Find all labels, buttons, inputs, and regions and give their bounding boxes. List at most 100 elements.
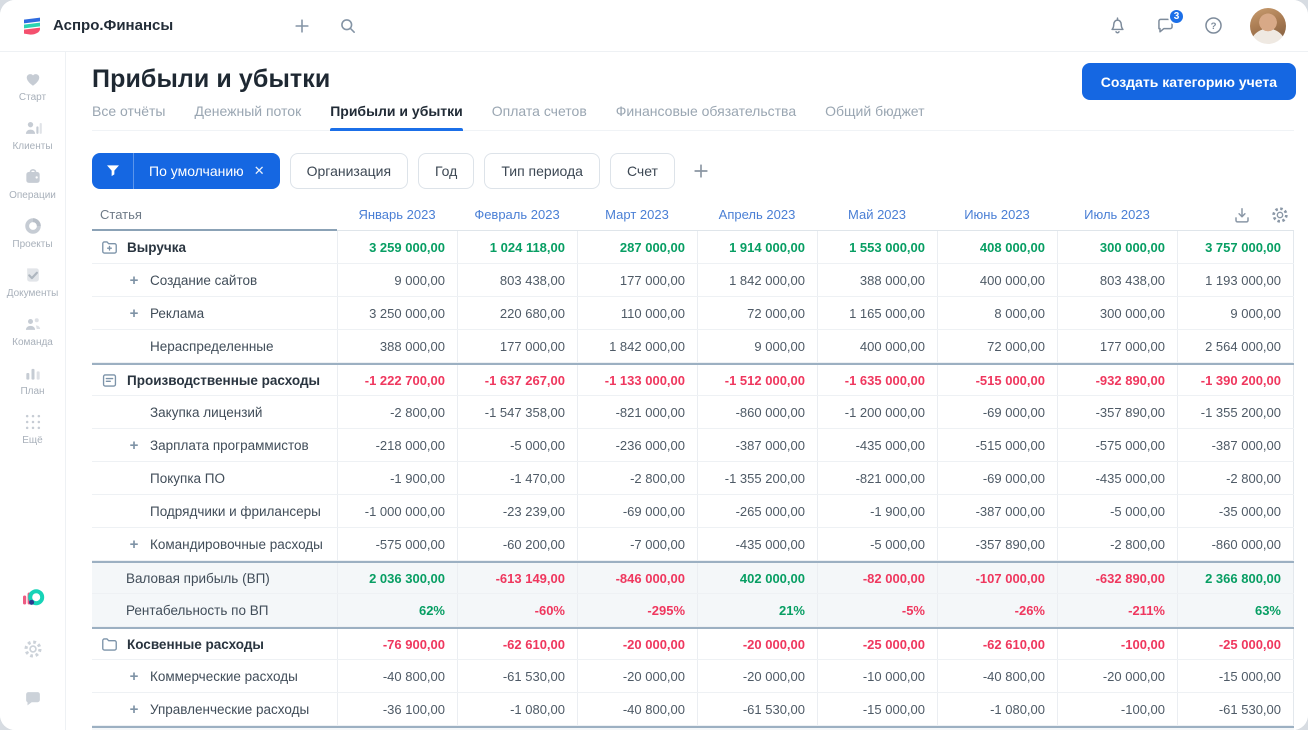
value-cell: 72 000,00 xyxy=(697,297,817,329)
sidebar-item-team[interactable]: Команда xyxy=(7,307,59,356)
product-logo-icon[interactable] xyxy=(20,586,46,612)
sidebar-item-label: Документы xyxy=(6,288,59,299)
value-cell: -10 000,00 xyxy=(817,660,937,692)
value-cell: -1 900,00 xyxy=(337,462,457,494)
help-icon[interactable]: ? xyxy=(1202,15,1224,37)
value-cell: -1 000 000,00 xyxy=(337,495,457,527)
add-filter-icon[interactable] xyxy=(691,161,711,181)
bell-icon[interactable] xyxy=(1106,15,1128,37)
value-cell: -357 890,00 xyxy=(937,528,1057,560)
filter-chip[interactable]: Счет xyxy=(609,153,675,189)
expand-plus-icon[interactable]: + xyxy=(126,702,142,717)
table-row: + Управленческие расходы -36 100,00 -1 080… xyxy=(92,693,1294,726)
sidebar-item-label: Клиенты xyxy=(12,141,53,152)
sidebar: Старт Клиенты Операции Проекты Документы… xyxy=(0,52,66,730)
tab-денежный-поток[interactable]: Денежный поток xyxy=(194,103,301,130)
value-cell: -2 800,00 xyxy=(1177,462,1294,494)
report-tabs: Все отчёты Денежный поток Прибыли и убытки… xyxy=(92,103,1294,131)
tab-финансовые-обязательства[interactable]: Финансовые обязательства xyxy=(616,103,796,130)
settings-gear-icon[interactable] xyxy=(20,636,46,662)
check-icon xyxy=(23,265,43,285)
tab-прибыли-и-убытки[interactable]: Прибыли и убытки xyxy=(330,103,463,131)
filter-preset[interactable]: По умолчанию ✕ xyxy=(92,153,280,189)
value-cell: -25 000,00 xyxy=(1177,629,1294,659)
tab-оплата-счетов[interactable]: Оплата счетов xyxy=(492,103,587,130)
value-cell: 287 000,00 xyxy=(577,231,697,263)
value-cell: 1 842 000,00 xyxy=(577,330,697,362)
app-logo[interactable]: Аспро.Финансы xyxy=(20,14,173,38)
article-label: Покупка ПО xyxy=(150,470,225,486)
sidebar-item-start[interactable]: Старт xyxy=(7,62,59,111)
sidebar-item-projects[interactable]: Проекты xyxy=(7,209,59,258)
value-cell: -357 890,00 xyxy=(1057,396,1177,428)
folder-plus-icon[interactable] xyxy=(100,238,119,257)
create-category-button[interactable]: Создать категорию учета xyxy=(1081,63,1296,100)
value-cell: -1 637 267,00 xyxy=(457,365,577,395)
table-row-section[interactable]: Косвенные расходы -76 900,00 -62 610,00 -20… xyxy=(92,627,1294,660)
value-cell: -20 000,00 xyxy=(697,660,817,692)
value-cell: 62% xyxy=(337,594,457,626)
expand-plus-icon[interactable]: + xyxy=(126,537,142,552)
value-cell: -5 000,00 xyxy=(457,429,577,461)
article-column-header: Статья xyxy=(92,199,337,231)
sidebar-item-documents[interactable]: Документы xyxy=(6,258,59,307)
report-icon[interactable] xyxy=(100,371,119,390)
add-icon[interactable] xyxy=(291,15,313,37)
filter-chip[interactable]: Тип периода xyxy=(484,153,600,189)
expand-plus-icon[interactable]: + xyxy=(126,438,142,453)
folder-icon[interactable] xyxy=(100,635,119,654)
sidebar-item-operations[interactable]: Операции xyxy=(7,160,59,209)
tab-все-отчёты[interactable]: Все отчёты xyxy=(92,103,165,130)
article-cell: Нераспределенные xyxy=(92,330,337,362)
month-column-header[interactable]: Март 2023 xyxy=(577,199,697,231)
value-cell: 1 842 000,00 xyxy=(697,264,817,296)
sidebar-item-clients[interactable]: Клиенты xyxy=(7,111,59,160)
table-row: Нераспределенные 388 000,00 177 000,00 1 84… xyxy=(92,330,1294,363)
value-cell: -932 890,00 xyxy=(1057,365,1177,395)
user-avatar[interactable] xyxy=(1250,7,1286,44)
table-header-icons xyxy=(1177,199,1294,231)
table-settings-gear-icon[interactable] xyxy=(1270,205,1290,225)
month-column-header[interactable]: Февраль 2023 xyxy=(457,199,577,231)
value-cell: -1 133 000,00 xyxy=(577,365,697,395)
value-cell: 2 036 300,00 xyxy=(337,563,457,593)
expand-plus-icon[interactable]: + xyxy=(126,273,142,288)
value-cell: -1 635 000,00 xyxy=(817,365,937,395)
value-cell: -236 000,00 xyxy=(577,429,697,461)
value-cell: -69 000,00 xyxy=(937,396,1057,428)
month-column-header[interactable]: Апрель 2023 xyxy=(697,199,817,231)
download-icon[interactable] xyxy=(1232,205,1252,225)
filter-row: По умолчанию ✕ Организация Год Тип периода… xyxy=(92,153,1308,189)
search-icon[interactable] xyxy=(337,15,359,37)
sidebar-item-more[interactable]: Ещё xyxy=(7,405,59,454)
filter-chip[interactable]: Организация xyxy=(289,153,409,189)
chat-bubble-icon[interactable] xyxy=(20,686,46,712)
sidebar-item-plan[interactable]: План xyxy=(7,356,59,405)
table-row-section[interactable]: Выручка 3 259 000,00 1 024 118,00 287 000,0… xyxy=(92,231,1294,264)
value-cell: -5% xyxy=(817,594,937,626)
value-cell: -107 000,00 xyxy=(937,563,1057,593)
expand-plus-icon[interactable]: + xyxy=(126,669,142,684)
value-cell: 1 553 000,00 xyxy=(817,231,937,263)
month-column-header[interactable]: Июнь 2023 xyxy=(937,199,1057,231)
table-row-section[interactable]: Производственные расходы -1 222 700,00 -1 … xyxy=(92,363,1294,396)
value-cell: -69 000,00 xyxy=(577,495,697,527)
article-label: Подрядчики и фрилансеры xyxy=(150,503,321,519)
month-column-header[interactable]: Январь 2023 xyxy=(337,199,457,231)
tab-общий-бюджет[interactable]: Общий бюджет xyxy=(825,103,924,130)
filter-chip[interactable]: Год xyxy=(418,153,475,189)
funnel-icon[interactable] xyxy=(92,153,134,189)
messages-icon[interactable]: 3 xyxy=(1154,7,1185,37)
brand-logo-icon xyxy=(24,17,40,35)
month-column-header[interactable]: Июль 2023 xyxy=(1057,199,1177,231)
month-column-header[interactable]: Май 2023 xyxy=(817,199,937,231)
expand-plus-icon[interactable]: + xyxy=(126,306,142,321)
value-cell: -821 000,00 xyxy=(577,396,697,428)
value-cell: 803 438,00 xyxy=(1057,264,1177,296)
close-icon[interactable]: ✕ xyxy=(254,163,265,179)
value-cell: -846 000,00 xyxy=(577,563,697,593)
value-cell: -5 000,00 xyxy=(1057,495,1177,527)
value-cell: -515 000,00 xyxy=(937,429,1057,461)
value-cell: 803 438,00 xyxy=(457,264,577,296)
value-cell: -7 000,00 xyxy=(577,528,697,560)
